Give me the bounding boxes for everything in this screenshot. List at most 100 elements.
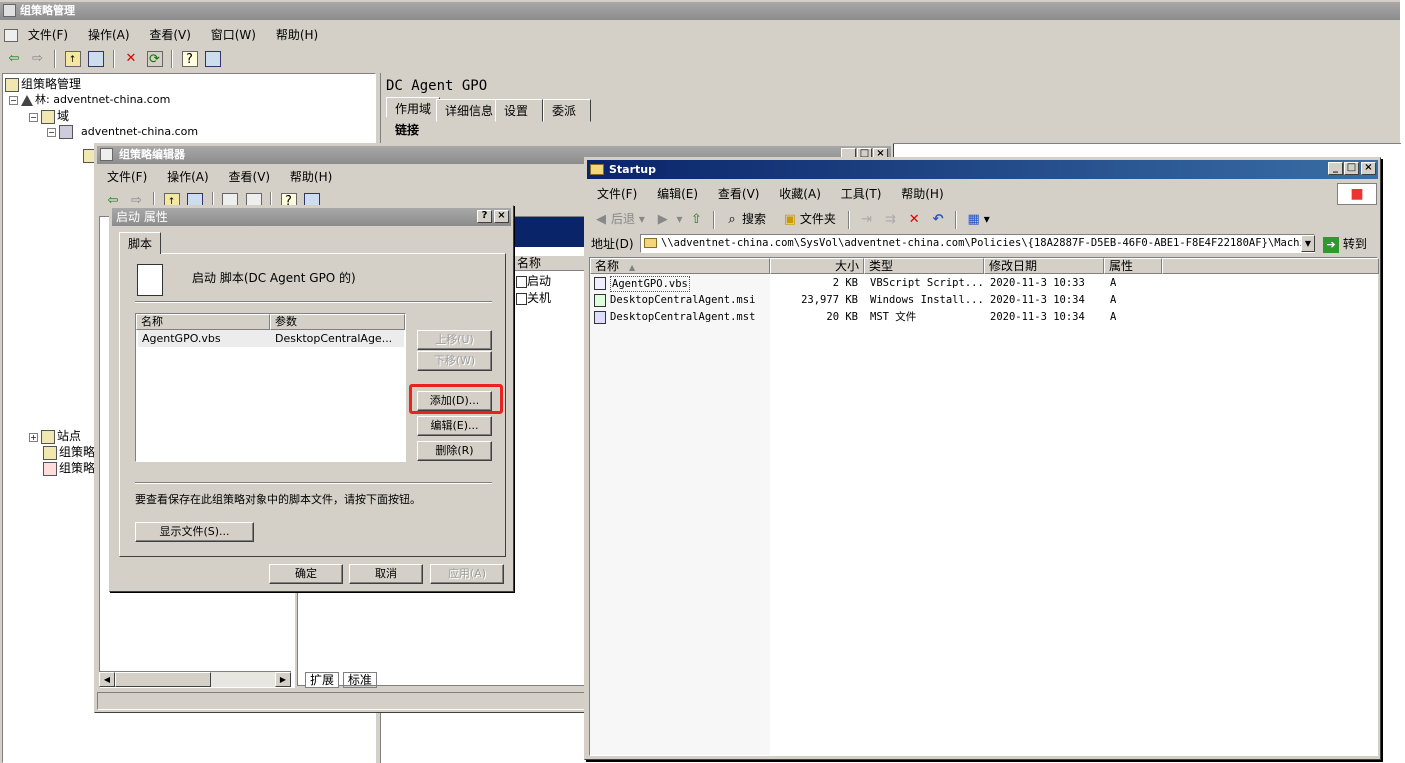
tree-node[interactable]: 组策略 <box>43 460 95 476</box>
exp-menu-edit[interactable]: 编辑(E) <box>657 187 698 201</box>
edit-script-button[interactable]: 编辑(E)... <box>417 416 492 436</box>
menu-window[interactable]: 窗口(W) <box>211 28 256 42</box>
views-dropdown-icon[interactable]: ▾ <box>984 212 990 226</box>
tab-extended[interactable]: 扩展 <box>305 672 340 688</box>
exp-menu-favorites[interactable]: 收藏(A) <box>779 187 821 201</box>
scripts-list[interactable]: 名称 参数 AgentGPO.vbs DesktopCentralAge... <box>135 313 406 462</box>
gpo-title: DC Agent GPO <box>386 78 488 94</box>
gpe-col-name-label: 名称 <box>517 256 542 270</box>
properties-icon[interactable] <box>205 51 221 67</box>
move-up-button[interactable]: 上移(U) <box>417 330 492 350</box>
exp-menu-file[interactable]: 文件(F) <box>597 187 637 201</box>
col-size[interactable]: 大小 <box>770 258 864 274</box>
gpe-col-name[interactable]: 名称 <box>512 255 588 271</box>
col-name[interactable]: 名称 <box>136 314 270 330</box>
help-icon[interactable]: ? <box>181 51 198 67</box>
views-icon[interactable]: ▦ <box>966 212 982 228</box>
col-type[interactable]: 类型 <box>864 258 984 274</box>
menu-action[interactable]: 操作(A) <box>88 28 130 42</box>
undo-icon[interactable]: ↶ <box>930 212 946 228</box>
exp-menu-tools[interactable]: 工具(T) <box>841 187 882 201</box>
tab-settings[interactable]: 设置 <box>495 99 543 122</box>
move-down-button[interactable]: 下移(W) <box>417 351 492 371</box>
ok-button[interactable]: 确定 <box>269 564 343 584</box>
menu-help[interactable]: 帮助(H) <box>276 28 318 42</box>
up-folder-icon[interactable]: ↑ <box>64 51 81 67</box>
close-button[interactable]: × <box>494 210 509 223</box>
help-button[interactable]: ? <box>477 210 492 223</box>
tab-details[interactable]: 详细信息 <box>436 99 503 122</box>
maximize-button[interactable]: □ <box>1344 162 1359 175</box>
delete-icon[interactable]: ✕ <box>123 51 139 67</box>
scroll-left-button[interactable]: ◀ <box>99 672 115 687</box>
gp-results-icon <box>43 462 57 476</box>
exp-menu-view[interactable]: 查看(V) <box>718 187 760 201</box>
table-row[interactable]: AgentGPO.vbs DesktopCentralAge... <box>138 330 404 347</box>
tree-node[interactable]: 组策略 <box>43 444 95 460</box>
gpmc-titlebar[interactable]: 组策略管理 <box>0 2 1400 20</box>
gpe-menu-view[interactable]: 查看(V) <box>229 170 271 184</box>
sort-asc-icon: ▲ <box>629 263 636 272</box>
apply-button[interactable]: 应用(A) <box>430 564 504 584</box>
back-button[interactable]: ◀ 后退 ▾ <box>591 212 645 227</box>
delete-icon[interactable]: ✕ <box>906 212 922 228</box>
collapse-icon[interactable]: − <box>47 127 56 137</box>
col-attributes[interactable]: 属性 <box>1104 258 1162 274</box>
search-button[interactable]: ⌕ 搜索 <box>722 212 767 227</box>
tree-forest[interactable]: − 林: adventnet-china.com <box>9 92 170 108</box>
gpmc-menu-icon[interactable] <box>4 29 18 42</box>
scroll-thumb[interactable] <box>115 672 211 687</box>
tree-root[interactable]: 组策略管理 <box>5 76 81 92</box>
address-input[interactable]: \\adventnet-china.com\SysVol\adventnet-c… <box>640 234 1315 253</box>
menu-view[interactable]: 查看(V) <box>149 28 191 42</box>
tree-node[interactable]: + 站点 <box>29 428 81 444</box>
show-files-button[interactable]: 显示文件(S)... <box>135 522 254 542</box>
col-name-label: 名称 <box>595 259 620 273</box>
go-button[interactable]: ➔ 转到 <box>1323 233 1367 255</box>
gpe-menu-file[interactable]: 文件(F) <box>107 170 147 184</box>
gpe-menu-action[interactable]: 操作(A) <box>167 170 209 184</box>
tab-scope[interactable]: 作用域 <box>386 97 441 117</box>
forward-arrow-icon[interactable]: ▶ <box>655 212 671 228</box>
dialog-titlebar[interactable]: 启动 属性 ? × <box>112 208 511 226</box>
cancel-button[interactable]: 取消 <box>349 564 423 584</box>
tree-domain[interactable]: − adventnet-china.com <box>47 124 198 140</box>
show-tree-icon[interactable] <box>88 51 104 67</box>
exp-menu-help[interactable]: 帮助(H) <box>901 187 943 201</box>
move-to-icon[interactable]: ⇥ <box>859 212 875 228</box>
file-attr: A <box>1110 311 1117 323</box>
col-name[interactable]: 名称 ▲ <box>590 258 770 274</box>
search-label: 搜索 <box>742 212 767 226</box>
close-button[interactable]: × <box>1361 162 1376 175</box>
tab-scripts[interactable]: 脚本 <box>119 232 162 254</box>
table-row[interactable]: DesktopCentralAgent.msi 23,977 KB Window… <box>590 292 1379 309</box>
col-parameters[interactable]: 参数 <box>270 314 405 330</box>
address-dropdown-button[interactable]: ▼ <box>1301 235 1315 252</box>
forward-dropdown-icon[interactable]: ▾ <box>677 212 683 226</box>
collapse-icon[interactable]: − <box>9 95 18 105</box>
list-item[interactable]: 启动 <box>516 272 551 289</box>
collapse-icon[interactable]: − <box>29 112 38 122</box>
table-row[interactable]: DesktopCentralAgent.mst 20 KB MST 文件 202… <box>590 309 1379 326</box>
gpe-menu-help[interactable]: 帮助(H) <box>290 170 332 184</box>
gpe-tree-scrollbar[interactable]: ◀ ▶ <box>99 671 291 687</box>
tree-domains[interactable]: − 域 <box>29 108 69 124</box>
forward-arrow-icon[interactable]: ⇨ <box>30 51 46 67</box>
up-folder-icon[interactable]: ⇧ <box>688 212 704 228</box>
expand-icon[interactable]: + <box>29 432 38 442</box>
menu-file[interactable]: 文件(F) <box>28 28 68 42</box>
list-item[interactable]: 关机 <box>516 289 551 306</box>
tab-delegation[interactable]: 委派 <box>543 99 591 122</box>
minimize-button[interactable]: _ <box>1328 162 1343 175</box>
back-arrow-icon[interactable]: ⇦ <box>6 51 22 67</box>
copy-to-icon[interactable]: ⇉ <box>882 212 898 228</box>
folders-button[interactable]: ▣ 文件夹 <box>780 212 836 227</box>
refresh-icon[interactable]: ⟳ <box>146 51 163 67</box>
explorer-titlebar[interactable]: Startup _ □ × <box>587 160 1378 179</box>
remove-script-button[interactable]: 删除(R) <box>417 441 492 461</box>
folder-icon <box>590 164 604 175</box>
table-row[interactable]: AgentGPO.vbs 2 KB VBScript Script... 202… <box>590 275 1379 292</box>
tab-standard[interactable]: 标准 <box>342 672 377 688</box>
col-date[interactable]: 修改日期 <box>984 258 1104 274</box>
scroll-right-button[interactable]: ▶ <box>275 672 291 687</box>
